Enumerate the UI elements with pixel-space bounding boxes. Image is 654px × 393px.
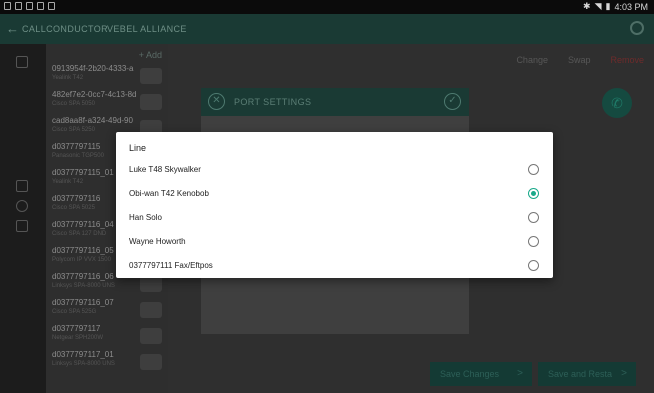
- save-changes-button[interactable]: Save Changes: [430, 362, 510, 386]
- radio-button[interactable]: [528, 164, 539, 175]
- screenshot-icon: [26, 2, 33, 10]
- app-bar: ← CALLCONDUCTOR VEBEL ALLIANCE: [0, 14, 654, 44]
- device-item[interactable]: d0377797117 Netgear SPH200W: [52, 324, 162, 352]
- line-option[interactable]: Han Solo: [116, 206, 553, 230]
- system-icons: ✱ ◥ ▮ 4:03 PM: [583, 1, 648, 12]
- back-arrow-icon[interactable]: ←: [6, 21, 19, 36]
- line-option[interactable]: Luke T48 Skywalker: [116, 158, 553, 182]
- dialog-title: Line: [129, 143, 147, 153]
- tab-callconductor[interactable]: CALLCONDUCTOR: [22, 24, 108, 34]
- device-item[interactable]: d0377797116_07 Cisco SPA 525G: [52, 298, 162, 326]
- change-button[interactable]: Change: [516, 55, 548, 65]
- radio-button[interactable]: [528, 260, 539, 271]
- phone-icon: [140, 328, 162, 344]
- port-settings-title: PORT SETTINGS: [234, 97, 312, 107]
- phone-icon: [140, 354, 162, 370]
- bluetooth-icon: ✱: [583, 1, 591, 11]
- option-label: 0377797111 Fax/Eftpos: [129, 261, 213, 270]
- close-icon[interactable]: ✕: [208, 93, 225, 110]
- remove-button[interactable]: Remove: [610, 55, 644, 65]
- device-icon[interactable]: [16, 180, 28, 192]
- option-label: Obi-wan T42 Kenobob: [129, 189, 209, 198]
- phone-icon: [140, 94, 162, 110]
- notification-icons: [4, 2, 55, 10]
- device-item[interactable]: 482ef7e2-0cc7-4c13-8d Cisco SPA 5050: [52, 90, 162, 118]
- settings-icon[interactable]: [16, 200, 28, 212]
- line-option[interactable]: 0377797111 Fax/Eftpos: [116, 254, 553, 278]
- add-device-button[interactable]: + Add: [139, 50, 162, 60]
- option-label: Luke T48 Skywalker: [129, 165, 201, 174]
- line-option[interactable]: Obi-wan T42 Kenobob: [116, 182, 553, 206]
- wifi-icon: ◥: [594, 1, 602, 11]
- option-label: Wayne Howorth: [129, 237, 186, 246]
- sd-card-icon: [15, 2, 22, 10]
- radio-button-selected[interactable]: [528, 188, 539, 199]
- swap-button[interactable]: Swap: [568, 55, 591, 65]
- cast-icon: [37, 2, 44, 10]
- phone-call-icon: ✆: [611, 95, 623, 111]
- sync-icon[interactable]: [630, 21, 644, 35]
- battery-icon: ▮: [605, 1, 611, 11]
- confirm-icon[interactable]: ✓: [444, 93, 461, 110]
- trash-icon[interactable]: [16, 220, 28, 232]
- side-rail: [0, 44, 46, 393]
- toolbar: Change Swap Remove: [516, 55, 644, 65]
- save-restart-arrow-button[interactable]: >: [612, 362, 636, 386]
- status-bar: ✱ ◥ ▮ 4:03 PM: [0, 0, 654, 14]
- phone-icon: [140, 276, 162, 292]
- device-item[interactable]: 0913954f-2b20-4333-a Yealink T42: [52, 64, 162, 92]
- call-button[interactable]: ✆: [602, 88, 632, 118]
- radio-button[interactable]: [528, 212, 539, 223]
- radio-button[interactable]: [528, 236, 539, 247]
- menu-icon[interactable]: [16, 56, 28, 68]
- phone-icon: [140, 68, 162, 84]
- device-item[interactable]: d0377797117_01 Linksys SPA-8000 UNS: [52, 350, 162, 378]
- clock: 4:03 PM: [614, 1, 648, 12]
- phone-icon: [140, 302, 162, 318]
- tab-vebel-alliance[interactable]: VEBEL ALLIANCE: [107, 24, 187, 34]
- port-settings-header: ✕ PORT SETTINGS ✓: [201, 88, 469, 116]
- line-option[interactable]: Wayne Howorth: [116, 230, 553, 254]
- chrome-icon: [48, 2, 55, 10]
- line-select-dialog: Line Luke T48 Skywalker Obi-wan T42 Keno…: [116, 132, 553, 278]
- option-label: Han Solo: [129, 213, 162, 222]
- save-changes-arrow-button[interactable]: >: [508, 362, 532, 386]
- usb-icon: [4, 2, 11, 10]
